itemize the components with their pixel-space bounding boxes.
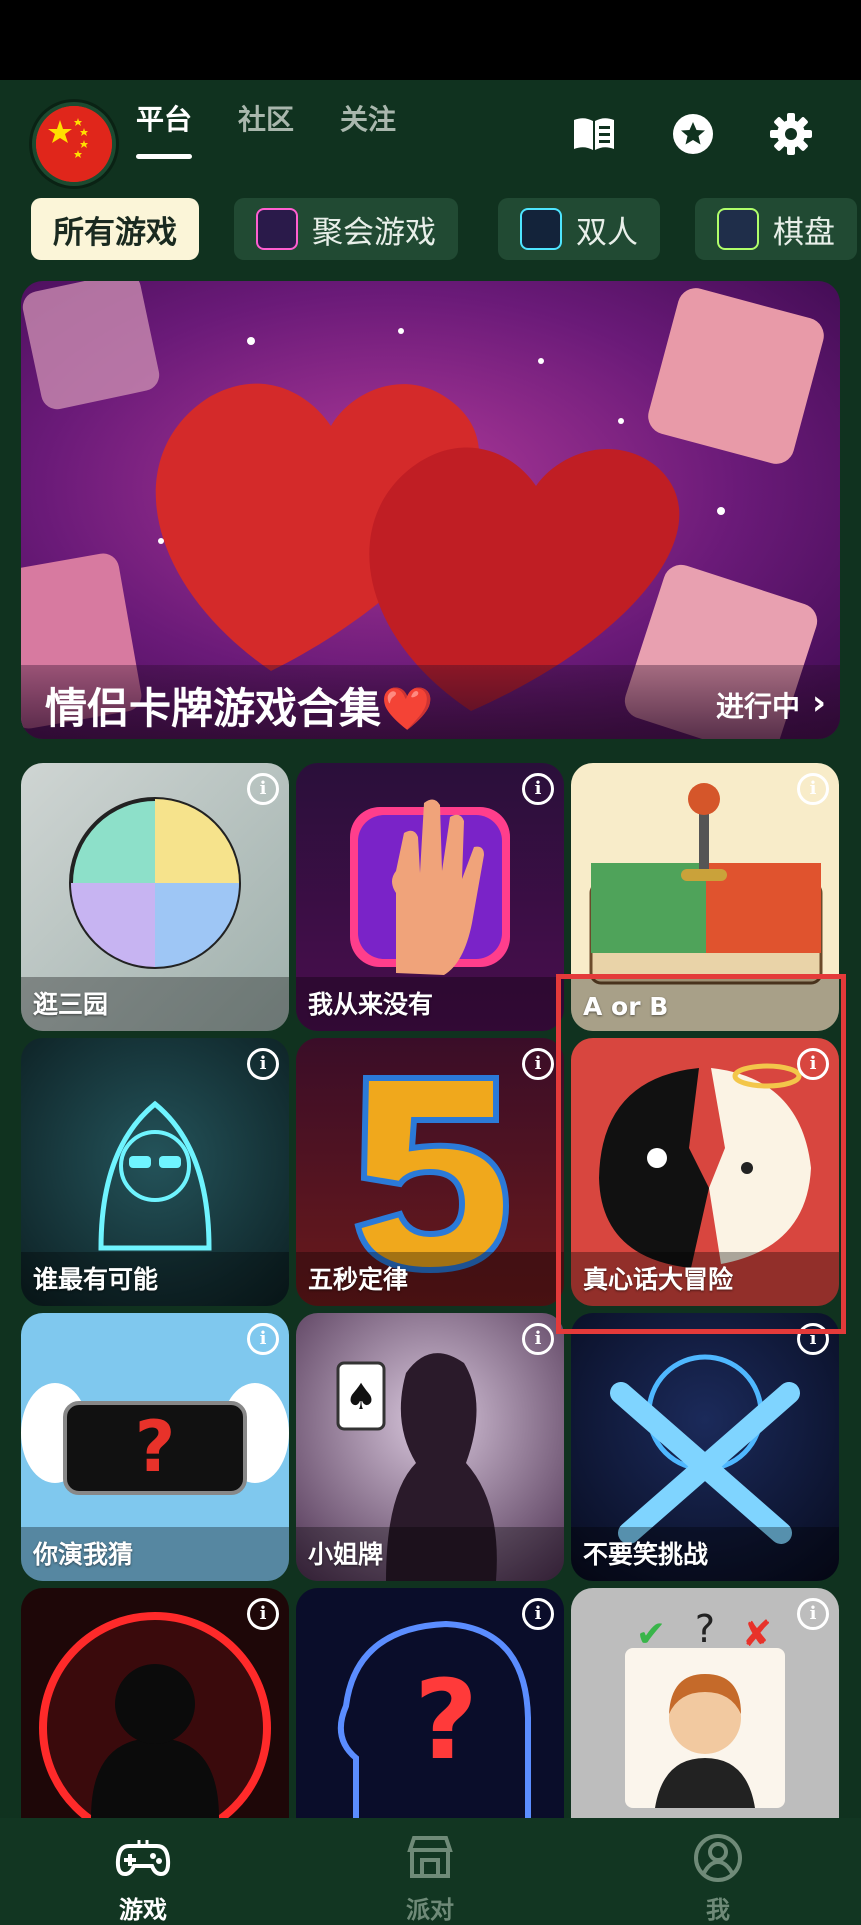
book-icon[interactable] xyxy=(570,110,618,158)
region-avatar[interactable] xyxy=(36,106,112,182)
category-chips: 所有游戏 聚会游戏 双人 棋盘 xyxy=(0,198,861,262)
gamepad-icon xyxy=(115,1840,171,1877)
info-icon[interactable]: i xyxy=(247,1323,279,1355)
svg-text:?: ? xyxy=(135,1406,176,1488)
head-question-illustration: ? xyxy=(337,1620,531,1818)
cheers-icon xyxy=(256,208,298,250)
gear-icon[interactable] xyxy=(767,110,815,158)
game-title: 不要笑挑战 xyxy=(583,1540,709,1569)
game-title: 谁最有可能 xyxy=(33,1265,159,1294)
info-icon[interactable]: i xyxy=(522,1048,554,1080)
game-card-6[interactable]: ? i 你演我猜 xyxy=(21,1313,289,1581)
game-card-1[interactable]: i 我从来没有 xyxy=(296,763,564,1031)
info-icon[interactable]: i xyxy=(522,773,554,805)
game-title: 我从来没有 xyxy=(308,990,434,1019)
svg-text:?: ? xyxy=(695,1607,715,1651)
star-badge-icon[interactable] xyxy=(669,110,717,158)
chip-two-player[interactable]: 双人 xyxy=(498,198,660,260)
game-card-10[interactable]: ? i xyxy=(296,1588,564,1856)
flag-china-icon xyxy=(36,106,112,182)
nav-party[interactable]: 派对 xyxy=(330,1818,530,1924)
chip-label: 所有游戏 xyxy=(53,214,177,251)
game-card-8[interactable]: i 不要笑挑战 xyxy=(571,1313,839,1581)
info-icon[interactable]: i xyxy=(522,1598,554,1630)
chip-label: 聚会游戏 xyxy=(312,214,436,251)
info-icon[interactable]: i xyxy=(247,1598,279,1630)
game-card-11[interactable]: ✔ ? ✘ i xyxy=(571,1588,839,1856)
game-card-4[interactable]: i 五秒定律 xyxy=(296,1038,564,1306)
tab-platform[interactable]: 平台 xyxy=(136,98,192,138)
bottom-nav: 游戏 派对 我 xyxy=(0,1818,861,1924)
nav-games[interactable]: 游戏 xyxy=(43,1818,243,1924)
featured-banner[interactable]: 情侣卡牌游戏合集❤️ 进行中 › xyxy=(21,281,840,739)
info-icon[interactable]: i xyxy=(797,1598,829,1630)
status-bar xyxy=(0,0,861,80)
info-icon[interactable]: i xyxy=(522,1323,554,1355)
chip-board-games[interactable]: 棋盘 xyxy=(695,198,857,260)
selection-highlight-box xyxy=(556,974,846,1334)
info-icon[interactable]: i xyxy=(247,773,279,805)
banner-status: 进行中 xyxy=(715,690,800,723)
game-card-0[interactable]: i 逛三园 xyxy=(21,763,289,1031)
svg-text:♠: ♠ xyxy=(345,1377,377,1418)
thinking-woman-illustration: ✔ ? ✘ xyxy=(625,1607,785,1808)
store-icon xyxy=(407,1836,453,1878)
game-title: 小姐牌 xyxy=(308,1540,384,1569)
nav-me[interactable]: 我 xyxy=(618,1818,818,1924)
chip-party-games[interactable]: 聚会游戏 xyxy=(234,198,458,260)
game-card-3[interactable]: i 谁最有可能 xyxy=(21,1038,289,1306)
tab-community[interactable]: 社区 xyxy=(238,98,294,138)
banner-caption: 情侣卡牌游戏合集❤️ 进行中 › xyxy=(21,665,840,739)
tab-following[interactable]: 关注 xyxy=(340,98,396,138)
game-card-7[interactable]: ♠ i 小姐牌 xyxy=(296,1313,564,1581)
game-title: 逛三园 xyxy=(33,990,109,1019)
chip-all-games[interactable]: 所有游戏 xyxy=(31,198,199,260)
info-icon[interactable]: i xyxy=(247,1048,279,1080)
svg-text:?: ? xyxy=(414,1656,478,1784)
board-game-icon xyxy=(717,208,759,250)
game-title: 你演我猜 xyxy=(33,1540,134,1569)
banner-title: 情侣卡牌游戏合集❤️ xyxy=(45,684,434,733)
profile-icon xyxy=(694,1834,742,1882)
info-icon[interactable]: i xyxy=(797,773,829,805)
chevron-right-icon: › xyxy=(811,683,826,723)
crossed-swords-icon xyxy=(520,208,562,250)
masked-man-illustration xyxy=(39,1612,271,1844)
game-title: 五秒定律 xyxy=(308,1265,409,1294)
chip-label: 棋盘 xyxy=(773,214,835,251)
chip-label: 双人 xyxy=(576,214,638,251)
top-header: 平台 社区 关注 xyxy=(0,80,861,190)
active-tab-indicator xyxy=(136,154,192,159)
game-card-9[interactable]: i xyxy=(21,1588,289,1856)
